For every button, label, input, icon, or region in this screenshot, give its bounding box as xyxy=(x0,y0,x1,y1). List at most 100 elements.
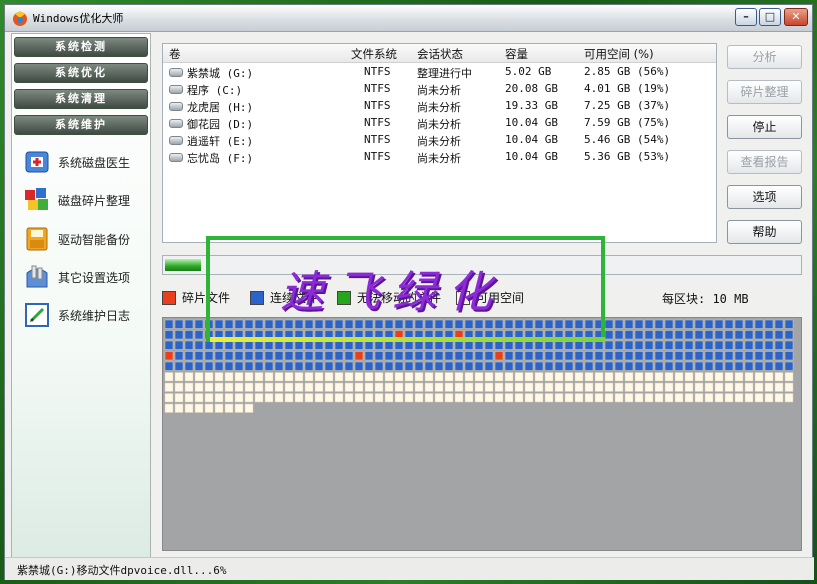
cluster-block xyxy=(384,330,394,340)
cluster-block xyxy=(274,361,284,371)
cluster-block xyxy=(234,340,244,350)
cluster-block xyxy=(714,382,724,392)
sidebar-item-maintenance-log[interactable]: 系统维护日志 xyxy=(22,300,130,330)
cluster-block xyxy=(634,361,644,371)
cluster-block xyxy=(564,361,574,371)
analyze-button[interactable]: 分析 xyxy=(727,45,802,69)
cluster-block xyxy=(344,372,354,382)
progress-fill xyxy=(165,259,201,271)
cluster-block xyxy=(344,382,354,392)
sidebar-item-defrag[interactable]: 磁盘碎片整理 xyxy=(22,185,130,215)
cluster-block xyxy=(514,351,524,361)
cluster-block xyxy=(324,372,334,382)
cluster-block xyxy=(314,351,324,361)
cluster-block xyxy=(364,340,374,350)
cluster-block xyxy=(414,340,424,350)
column-header-free-space[interactable]: 可用空间 (%) xyxy=(584,46,654,62)
tab-system-clean[interactable]: 系统清理 xyxy=(14,89,148,109)
cluster-block xyxy=(614,361,624,371)
cluster-block xyxy=(164,382,174,392)
options-button[interactable]: 选项 xyxy=(727,185,802,209)
cluster-block xyxy=(544,393,554,403)
cluster-block xyxy=(744,351,754,361)
cluster-block xyxy=(784,382,794,392)
cluster-block xyxy=(534,372,544,382)
tab-system-detect[interactable]: 系统检测 xyxy=(14,37,148,57)
cluster-block xyxy=(194,361,204,371)
cluster-block xyxy=(344,319,354,329)
column-header-volume[interactable]: 卷 xyxy=(169,46,181,62)
cluster-block xyxy=(444,393,454,403)
volume-row[interactable]: 御花园 (D:) NTFS 尚未分析 10.04 GB 7.59 GB (75%) xyxy=(163,115,716,132)
column-header-session-status[interactable]: 会话状态 xyxy=(417,46,463,62)
volume-name: 逍遥轩 (E:) xyxy=(187,135,254,148)
cluster-block xyxy=(424,330,434,340)
cluster-block xyxy=(454,361,464,371)
cluster-block xyxy=(784,330,794,340)
cluster-block xyxy=(194,372,204,382)
maximize-button[interactable]: □ xyxy=(759,8,781,26)
cluster-block xyxy=(554,382,564,392)
cluster-block xyxy=(694,393,704,403)
cluster-block xyxy=(274,393,284,403)
volume-row[interactable]: 紫禁城 (G:) NTFS 整理进行中 5.02 GB 2.85 GB (56%) xyxy=(163,64,716,81)
view-report-button[interactable]: 查看报告 xyxy=(727,150,802,174)
cluster-block xyxy=(494,372,504,382)
cluster-block xyxy=(304,319,314,329)
sidebar-item-other-settings[interactable]: 其它设置选项 xyxy=(22,262,130,292)
cluster-block xyxy=(594,351,604,361)
cluster-block xyxy=(204,351,214,361)
cluster-block xyxy=(244,393,254,403)
cluster-block xyxy=(244,340,254,350)
cluster-block xyxy=(754,382,764,392)
close-button[interactable]: ✕ xyxy=(784,8,808,26)
cluster-block xyxy=(214,403,224,413)
volume-row[interactable]: 程序 (C:) NTFS 尚未分析 20.08 GB 4.01 GB (19%) xyxy=(163,81,716,98)
tab-system-optimize[interactable]: 系统优化 xyxy=(14,63,148,83)
help-button[interactable]: 帮助 xyxy=(727,220,802,244)
cluster-block xyxy=(774,319,784,329)
cluster-block xyxy=(194,319,204,329)
sidebar-item-label: 其它设置选项 xyxy=(58,270,131,285)
sidebar-item-driver-backup[interactable]: 驱动智能备份 xyxy=(22,224,130,254)
status-text: 紫禁城(G:)移动文件dpvoice.dll...6% xyxy=(17,564,227,577)
minimize-button[interactable]: – xyxy=(735,8,757,26)
cluster-block xyxy=(464,319,474,329)
cluster-block xyxy=(304,340,314,350)
cluster-block xyxy=(204,382,214,392)
cluster-block xyxy=(734,340,744,350)
cluster-block xyxy=(784,319,794,329)
cluster-block xyxy=(574,361,584,371)
sidebar-item-disk-doctor[interactable]: 系统磁盘医生 xyxy=(22,147,130,177)
volume-row[interactable]: 逍遥轩 (E:) NTFS 尚未分析 10.04 GB 5.46 GB (54%) xyxy=(163,132,716,149)
cluster-block xyxy=(514,382,524,392)
cluster-block xyxy=(644,340,654,350)
cluster-block xyxy=(164,361,174,371)
cluster-block xyxy=(334,372,344,382)
volume-row[interactable]: 龙虎居 (H:) NTFS 尚未分析 19.33 GB 7.25 GB (37%) xyxy=(163,98,716,115)
defrag-button[interactable]: 碎片整理 xyxy=(727,80,802,104)
cluster-block xyxy=(584,382,594,392)
cluster-block xyxy=(554,319,564,329)
tab-system-maintain[interactable]: 系统维护 xyxy=(14,115,148,135)
cluster-block xyxy=(734,361,744,371)
column-header-capacity[interactable]: 容量 xyxy=(505,46,528,62)
volume-status: 整理进行中 xyxy=(417,67,472,80)
cluster-block xyxy=(364,330,374,340)
cluster-block xyxy=(234,351,244,361)
cluster-block xyxy=(264,372,274,382)
volume-name: 龙虎居 (H:) xyxy=(187,101,254,114)
column-header-filesystem[interactable]: 文件系统 xyxy=(351,46,397,62)
volume-row[interactable]: 忘忧岛 (F:) NTFS 尚未分析 10.04 GB 5.36 GB (53%) xyxy=(163,149,716,166)
legend-fragmented: 碎片文件 xyxy=(162,289,230,306)
cluster-block xyxy=(184,372,194,382)
title-bar[interactable]: Windows优化大师 – □ ✕ xyxy=(5,5,812,32)
cluster-block xyxy=(664,393,674,403)
cluster-block xyxy=(734,393,744,403)
cluster-block xyxy=(664,351,674,361)
stop-button[interactable]: 停止 xyxy=(727,115,802,139)
volume-list[interactable]: 卷 文件系统 会话状态 容量 可用空间 (%) 紫禁城 (G:) NTFS 整理进行… xyxy=(162,43,717,243)
cluster-block xyxy=(204,319,214,329)
cluster-block xyxy=(724,340,734,350)
cluster-block xyxy=(294,361,304,371)
